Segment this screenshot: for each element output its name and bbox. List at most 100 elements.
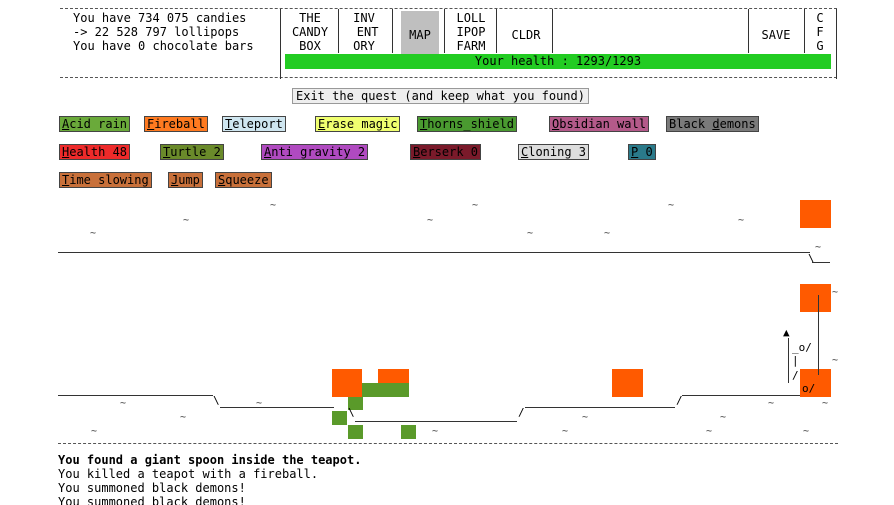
save-button[interactable]: SAVE xyxy=(754,11,798,59)
ground-line xyxy=(58,395,213,396)
ladder-rail xyxy=(788,338,789,383)
spell-label: Black xyxy=(669,117,713,131)
player-character-legs: / xyxy=(792,369,799,382)
spell-button[interactable]: Turtle 2 xyxy=(160,144,224,160)
player-character-body: | xyxy=(792,354,799,367)
spell-label: 0 xyxy=(638,145,653,159)
arrow-up-icon: ▲ xyxy=(783,326,790,339)
cloud-tilde: ~ xyxy=(183,215,190,226)
cloud-tilde: ~ xyxy=(738,215,745,226)
spell-button[interactable]: Squeeze xyxy=(215,172,272,188)
black-demon xyxy=(362,383,409,397)
slope-glyph: \ xyxy=(348,406,355,419)
spell-label: bsidian wall xyxy=(559,117,646,131)
slope-glyph: / xyxy=(676,394,683,407)
divider xyxy=(836,9,837,79)
cloud-tilde: ~ xyxy=(668,200,675,211)
black-demon xyxy=(332,411,347,425)
cloud-tilde: ~ xyxy=(427,215,434,226)
cloud-tilde: ~ xyxy=(472,200,479,211)
ladder-rail xyxy=(818,295,819,375)
divider xyxy=(338,9,339,53)
divider xyxy=(552,9,553,53)
lollipops-count: -> 22 528 797 lollipops xyxy=(73,25,240,39)
tab-lollipop-farm[interactable]: LOLL IPOP FARM xyxy=(452,11,490,59)
candies-count: You have 734 075 candies xyxy=(73,11,247,25)
spell-button[interactable]: Berserk 0 xyxy=(410,144,482,160)
black-demon xyxy=(348,425,363,439)
ground-tilde: ~ xyxy=(256,398,263,409)
event-log: You found a giant spoon inside the teapo… xyxy=(58,453,361,505)
chocolate-count: You have 0 chocolate bars xyxy=(73,39,254,53)
spell-label: horns_shield xyxy=(427,117,514,131)
spell-button[interactable]: Fireball xyxy=(144,116,208,132)
spell-label: urtle 2 xyxy=(170,145,221,159)
divider xyxy=(444,9,445,53)
ground-tilde: ~ xyxy=(120,398,127,409)
spell-button[interactable]: Acid rain xyxy=(59,116,131,132)
tab-map[interactable]: MAP xyxy=(401,11,439,59)
cloud-tilde: ~ xyxy=(832,287,839,298)
ceiling-line xyxy=(58,252,810,253)
cloud-tilde: ~ xyxy=(604,228,611,239)
spell-button[interactable]: Jump xyxy=(168,172,203,188)
cloud-tilde: ~ xyxy=(270,200,277,211)
ground-tilde: ~ xyxy=(562,426,569,437)
divider xyxy=(392,9,393,53)
player-character: o/ xyxy=(802,382,816,395)
spell-label: rase magic xyxy=(325,117,398,131)
spell-label: erserk 0 xyxy=(420,145,479,159)
fire-block xyxy=(378,369,409,383)
cloud-tilde: ~ xyxy=(527,228,534,239)
spell-button[interactable]: Cloning 3 xyxy=(518,144,590,160)
log-line: You summoned black demons! xyxy=(58,495,246,505)
divider xyxy=(748,9,749,53)
spell-label: ump xyxy=(178,173,200,187)
fire-block xyxy=(612,369,643,397)
spell-label: cid rain xyxy=(69,117,128,131)
quest-map: ~ ~ ~ ~ ~ ~ ~ ~ ~ ~ \ ~ ▲ _o/ | / o/ ~ \… xyxy=(0,195,894,445)
ground-tilde: ~ xyxy=(706,426,713,437)
spell-button[interactable]: Erase magic xyxy=(315,116,401,132)
tab-inventory[interactable]: INV ENT ORY xyxy=(344,11,384,59)
divider xyxy=(280,9,281,79)
spell-label: emons xyxy=(719,117,756,131)
ground-line xyxy=(682,395,800,396)
tab-cauldron[interactable]: CLDR xyxy=(504,11,548,59)
cloud-tilde: ~ xyxy=(815,242,822,253)
ground-tilde: ~ xyxy=(822,398,829,409)
spell-button[interactable]: Time slowing xyxy=(59,172,152,188)
slope-glyph: / xyxy=(518,406,525,419)
tab-candy-box[interactable]: THE CANDY BOX xyxy=(288,11,332,59)
config-button[interactable]: C F G xyxy=(810,11,830,59)
spell-button[interactable]: Anti gravity 2 xyxy=(261,144,369,160)
top-status-bar: You have 734 075 candies -> 22 528 797 l… xyxy=(60,8,837,79)
spell-label: ealth 48 xyxy=(69,145,128,159)
spell-button[interactable]: Thorns_shield xyxy=(417,116,517,132)
health-text: Your health : 1293/1293 xyxy=(474,54,642,68)
divider xyxy=(804,9,805,53)
log-line: You killed a teapot with a fireball. xyxy=(58,467,319,481)
spell-label: nti gravity 2 xyxy=(271,145,366,159)
spell-label: eleport xyxy=(232,117,283,131)
ground-tilde: ~ xyxy=(180,412,187,423)
ground-tilde: ~ xyxy=(582,412,589,423)
resource-status: You have 734 075 candies -> 22 528 797 l… xyxy=(73,11,254,53)
log-line: You summoned black demons! xyxy=(58,481,246,495)
spell-button[interactable]: Obsidian wall xyxy=(549,116,649,132)
ground-tilde: ~ xyxy=(720,412,727,423)
black-demon xyxy=(401,425,416,439)
ground-tilde: ~ xyxy=(91,426,98,437)
slope-glyph: \ xyxy=(213,394,220,407)
spell-button[interactable]: P 0 xyxy=(628,144,656,160)
fire-block xyxy=(332,369,362,397)
spell-button[interactable]: Teleport xyxy=(222,116,286,132)
spell-hotkey: d xyxy=(712,117,720,131)
ground-tilde: ~ xyxy=(768,398,775,409)
ground-tilde: ~ xyxy=(803,426,810,437)
cloud-tilde: ~ xyxy=(832,355,839,366)
spell-label: ime slowing xyxy=(69,173,149,187)
spell-button[interactable]: Black demons xyxy=(666,116,759,132)
spell-button[interactable]: Health 48 xyxy=(59,144,131,160)
exit-quest-button[interactable]: Exit the quest (and keep what you found) xyxy=(292,88,589,104)
